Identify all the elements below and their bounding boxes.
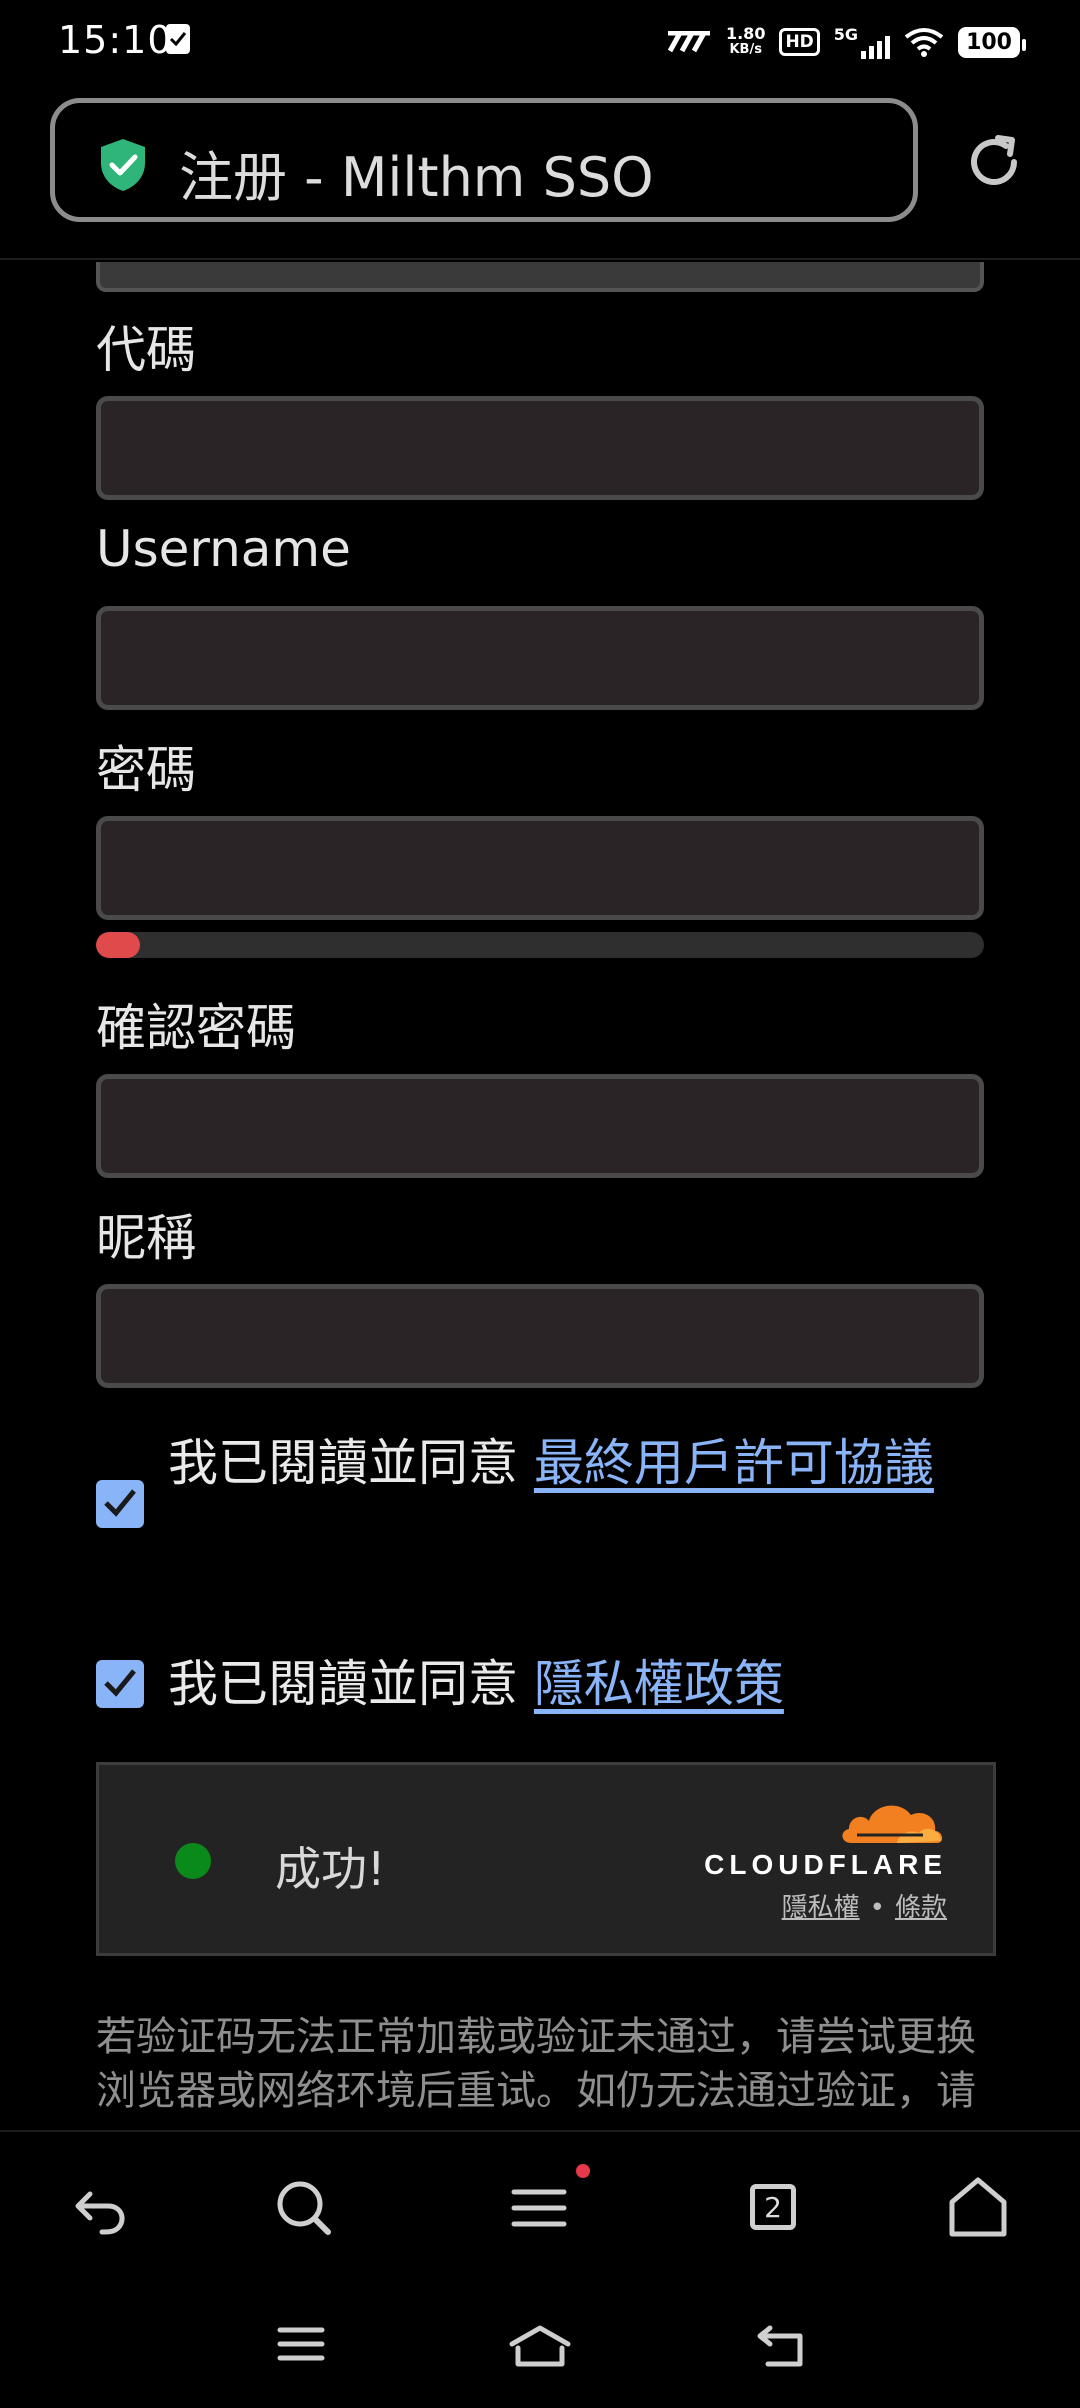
eula-checkbox[interactable] bbox=[96, 1480, 144, 1528]
eula-link[interactable]: 最終用戶許可協議 bbox=[534, 1434, 934, 1492]
password-input[interactable] bbox=[96, 816, 984, 920]
system-navigation-bar bbox=[0, 2282, 1080, 2408]
reload-icon[interactable] bbox=[964, 132, 1024, 192]
home-icon[interactable] bbox=[508, 2324, 572, 2368]
nickname-input[interactable] bbox=[96, 1284, 984, 1388]
checkmark-icon bbox=[104, 1669, 136, 1697]
menu-icon[interactable] bbox=[506, 2174, 574, 2242]
privacy-policy-link[interactable]: 隱私權政策 bbox=[534, 1655, 784, 1713]
captcha-status: 成功! bbox=[275, 1842, 386, 1896]
cloudflare-wordmark: CLOUDFLARE bbox=[704, 1849, 947, 1880]
page-title: 注册 - Milthm SSO bbox=[179, 146, 654, 209]
nfc-icon bbox=[667, 31, 710, 53]
battery-indicator: 100 bbox=[958, 26, 1026, 58]
cloudflare-links: 隱私權 • 條款 bbox=[782, 1887, 947, 1924]
eula-agreement: 我已閱讀並同意 最終用戶許可協議 bbox=[168, 1422, 958, 1504]
browser-toolbar bbox=[0, 2130, 1080, 2282]
status-time: 15:10 bbox=[58, 18, 173, 62]
success-indicator-icon bbox=[175, 1843, 211, 1879]
separator: • bbox=[869, 1893, 885, 1923]
notification-check-icon bbox=[166, 24, 190, 54]
address-bar[interactable]: 注册 - Milthm SSO bbox=[50, 98, 918, 222]
eula-text: 我已閱讀並同意 bbox=[168, 1434, 534, 1492]
notice-viewport: 若验证码无法正常加载或验证未通过，请尝试更换浏览器或网络环境后重试。如仍无法通过… bbox=[0, 2002, 1080, 2132]
confirm-password-input[interactable] bbox=[96, 1074, 984, 1178]
privacy-text: 我已閱讀並同意 bbox=[168, 1655, 534, 1713]
captcha-notice: 若验证码无法正常加载或验证未通过，请尝试更换浏览器或网络环境后重试。如仍无法通过… bbox=[96, 2014, 976, 2114]
code-input[interactable] bbox=[96, 396, 984, 500]
header-divider bbox=[0, 258, 1080, 260]
password-label: 密碼 bbox=[96, 741, 196, 799]
cloudflare-logo-icon bbox=[842, 1805, 943, 1843]
confirm-password-label: 確認密碼 bbox=[96, 999, 296, 1057]
signal-icon: 5G bbox=[834, 25, 891, 59]
captcha-privacy-link[interactable]: 隱私權 bbox=[782, 1893, 860, 1923]
back-icon[interactable] bbox=[756, 2324, 806, 2368]
turnstile-widget[interactable]: 成功! CLOUDFLARE 隱私權 • 條款 bbox=[96, 1762, 996, 1956]
privacy-checkbox[interactable] bbox=[96, 1660, 144, 1708]
status-bar: 15:10 1.80 KB/s HD 5G 100 bbox=[0, 0, 1080, 84]
hd-badge: HD bbox=[779, 28, 820, 56]
privacy-agreement: 我已閱讀並同意 隱私權政策 bbox=[168, 1643, 958, 1725]
code-label: 代碼 bbox=[96, 321, 196, 379]
back-icon[interactable] bbox=[68, 2174, 136, 2242]
nickname-label: 昵稱 bbox=[96, 1209, 196, 1267]
notification-dot bbox=[576, 2164, 590, 2178]
home-icon[interactable] bbox=[944, 2174, 1012, 2242]
previous-field[interactable] bbox=[96, 262, 984, 292]
status-indicators: 1.80 KB/s HD 5G 100 bbox=[666, 20, 1026, 64]
wifi-icon bbox=[904, 28, 944, 57]
checkmark-icon bbox=[104, 1489, 136, 1517]
tabs-button[interactable]: 2 bbox=[750, 2184, 796, 2230]
recents-icon[interactable] bbox=[276, 2324, 326, 2364]
search-icon[interactable] bbox=[270, 2174, 338, 2242]
password-strength-meter bbox=[96, 932, 984, 958]
username-input[interactable] bbox=[96, 606, 984, 710]
shield-icon bbox=[101, 139, 145, 191]
captcha-terms-link[interactable]: 條款 bbox=[895, 1893, 947, 1923]
password-strength-fill bbox=[96, 932, 141, 958]
net-speed: 1.80 KB/s bbox=[725, 24, 766, 58]
username-label: Username bbox=[96, 520, 351, 578]
